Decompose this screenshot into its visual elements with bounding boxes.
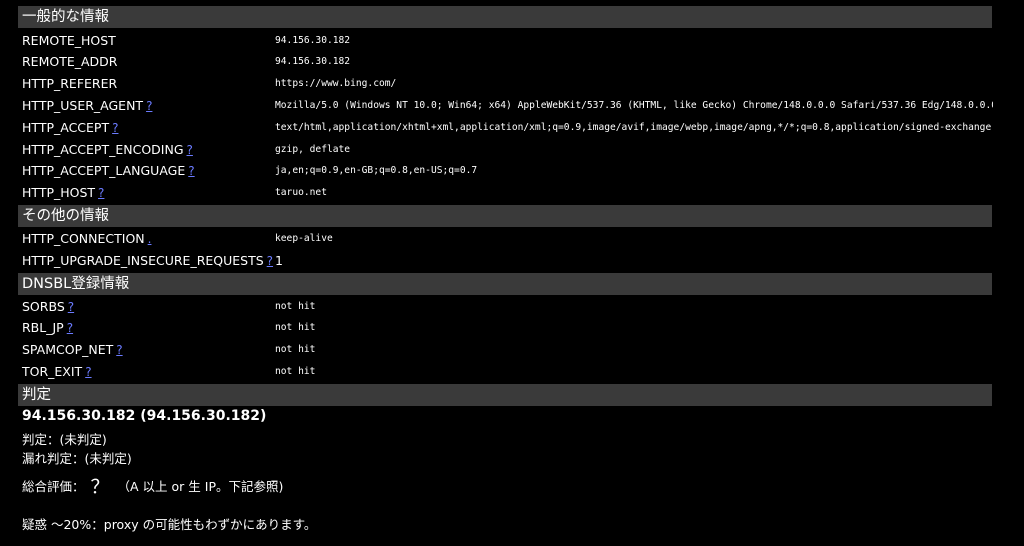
- row-remote-host: REMOTE_HOST 94.156.30.182: [22, 30, 992, 52]
- row-key: HTTP_USER_AGENT?: [22, 95, 152, 117]
- row-key-label: SPAMCOP_NET: [22, 342, 114, 357]
- help-link[interactable]: ?: [188, 164, 194, 178]
- help-link[interactable]: ?: [68, 300, 74, 314]
- row-key: TOR_EXIT?: [22, 361, 92, 383]
- row-key: REMOTE_ADDR: [22, 54, 118, 69]
- row-key-label: HTTP_USER_AGENT: [22, 98, 144, 113]
- help-link[interactable]: ?: [85, 365, 91, 379]
- row-value: gzip, deflate: [275, 144, 351, 155]
- row-value: 94.156.30.182: [275, 56, 351, 67]
- verdict-judgement: 判定：(未判定): [22, 432, 107, 447]
- row-key-label: HTTP_ACCEPT_ENCODING: [22, 142, 184, 157]
- row-rbl-jp: RBL_JP? not hit: [22, 317, 992, 339]
- row-key: HTTP_REFERER: [22, 76, 118, 91]
- row-value: Mozilla/5.0 (Windows NT 10.0; Win64; x64…: [275, 100, 993, 111]
- row-key: HTTP_ACCEPT?: [22, 117, 118, 139]
- verdict-overall: 総合評価： ？ （A 以上 or 生 IP。下記参照): [22, 470, 284, 498]
- row-key: HTTP_ACCEPT_ENCODING?: [22, 139, 193, 161]
- section-header-verdict: 判定: [18, 384, 992, 406]
- row-sorbs: SORBS? not hit: [22, 296, 992, 318]
- section-header-dnsbl: DNSBL登録情報: [18, 273, 992, 295]
- row-value: ja,en;q=0.9,en-GB;q=0.8,en-US;q=0.7: [275, 165, 478, 176]
- help-link[interactable]: ?: [116, 343, 122, 357]
- row-http-accept-language: HTTP_ACCEPT_LANGUAGE? ja,en;q=0.9,en-GB;…: [22, 160, 992, 182]
- row-http-upgrade-insecure-requests: HTTP_UPGRADE_INSECURE_REQUESTS? 1: [22, 250, 992, 272]
- row-key: SORBS?: [22, 296, 74, 318]
- row-key-label: TOR_EXIT: [22, 364, 83, 379]
- verdict-suspicion: 疑惑 〜20%：proxy の可能性もわずかにあります。: [22, 517, 317, 532]
- row-http-host: HTTP_HOST? taruo.net: [22, 182, 992, 204]
- row-http-connection: HTTP_CONNECTION. keep-alive: [22, 228, 992, 250]
- row-http-referer: HTTP_REFERER https://www.bing.com/: [22, 73, 992, 95]
- row-value: not hit: [275, 366, 316, 377]
- overall-mark: ？: [90, 476, 110, 498]
- row-key: RBL_JP?: [22, 317, 73, 339]
- help-link[interactable]: ?: [267, 254, 273, 268]
- row-value: 94.156.30.182: [275, 35, 351, 46]
- row-value: 1: [275, 253, 283, 268]
- verdict-ip: 94.156.30.182 (94.156.30.182): [22, 408, 267, 424]
- row-http-accept-encoding: HTTP_ACCEPT_ENCODING? gzip, deflate: [22, 139, 992, 161]
- row-key: HTTP_CONNECTION.: [22, 228, 151, 250]
- row-spamcop-net: SPAMCOP_NET? not hit: [22, 339, 992, 361]
- help-link[interactable]: ?: [98, 186, 104, 200]
- row-key: REMOTE_HOST: [22, 33, 116, 48]
- row-key: HTTP_HOST?: [22, 182, 104, 204]
- row-key: HTTP_UPGRADE_INSECURE_REQUESTS? 1: [22, 250, 283, 272]
- row-value: not hit: [275, 322, 316, 333]
- row-value: not hit: [275, 301, 316, 312]
- row-key-label: HTTP_UPGRADE_INSECURE_REQUESTS: [22, 253, 264, 268]
- row-value: text/html,application/xhtml+xml,applicat…: [275, 122, 993, 133]
- verdict-leak-judgement: 漏れ判定：(未判定): [22, 451, 132, 466]
- row-key-label: HTTP_HOST: [22, 185, 96, 200]
- help-link[interactable]: ?: [112, 121, 118, 135]
- row-key: HTTP_ACCEPT_LANGUAGE?: [22, 160, 195, 182]
- section-header-other: その他の情報: [18, 205, 992, 227]
- row-key-label: RBL_JP: [22, 320, 64, 335]
- page: 一般的な情報 REMOTE_HOST 94.156.30.182 REMOTE_…: [0, 0, 1024, 546]
- overall-label: 総合評価：: [22, 479, 85, 494]
- row-http-accept: HTTP_ACCEPT? text/html,application/xhtml…: [22, 117, 993, 139]
- row-value: https://www.bing.com/: [275, 78, 397, 89]
- overall-note: （A 以上 or 生 IP。下記参照): [117, 479, 284, 494]
- help-link[interactable]: ?: [67, 321, 73, 335]
- section-header-general: 一般的な情報: [18, 6, 992, 28]
- row-value: taruo.net: [275, 187, 327, 198]
- help-link[interactable]: .: [148, 232, 152, 246]
- row-key: SPAMCOP_NET?: [22, 339, 123, 361]
- help-link[interactable]: ?: [146, 99, 152, 113]
- row-value: keep-alive: [275, 233, 333, 244]
- row-tor-exit: TOR_EXIT? not hit: [22, 361, 992, 383]
- row-key-label: SORBS: [22, 299, 65, 314]
- row-value: not hit: [275, 344, 316, 355]
- help-link[interactable]: ?: [187, 143, 193, 157]
- row-remote-addr: REMOTE_ADDR 94.156.30.182: [22, 51, 992, 73]
- row-key-label: HTTP_ACCEPT: [22, 120, 110, 135]
- row-key-label: HTTP_ACCEPT_LANGUAGE: [22, 163, 186, 178]
- row-key-label: HTTP_CONNECTION: [22, 231, 145, 246]
- row-http-user-agent: HTTP_USER_AGENT? Mozilla/5.0 (Windows NT…: [22, 95, 993, 117]
